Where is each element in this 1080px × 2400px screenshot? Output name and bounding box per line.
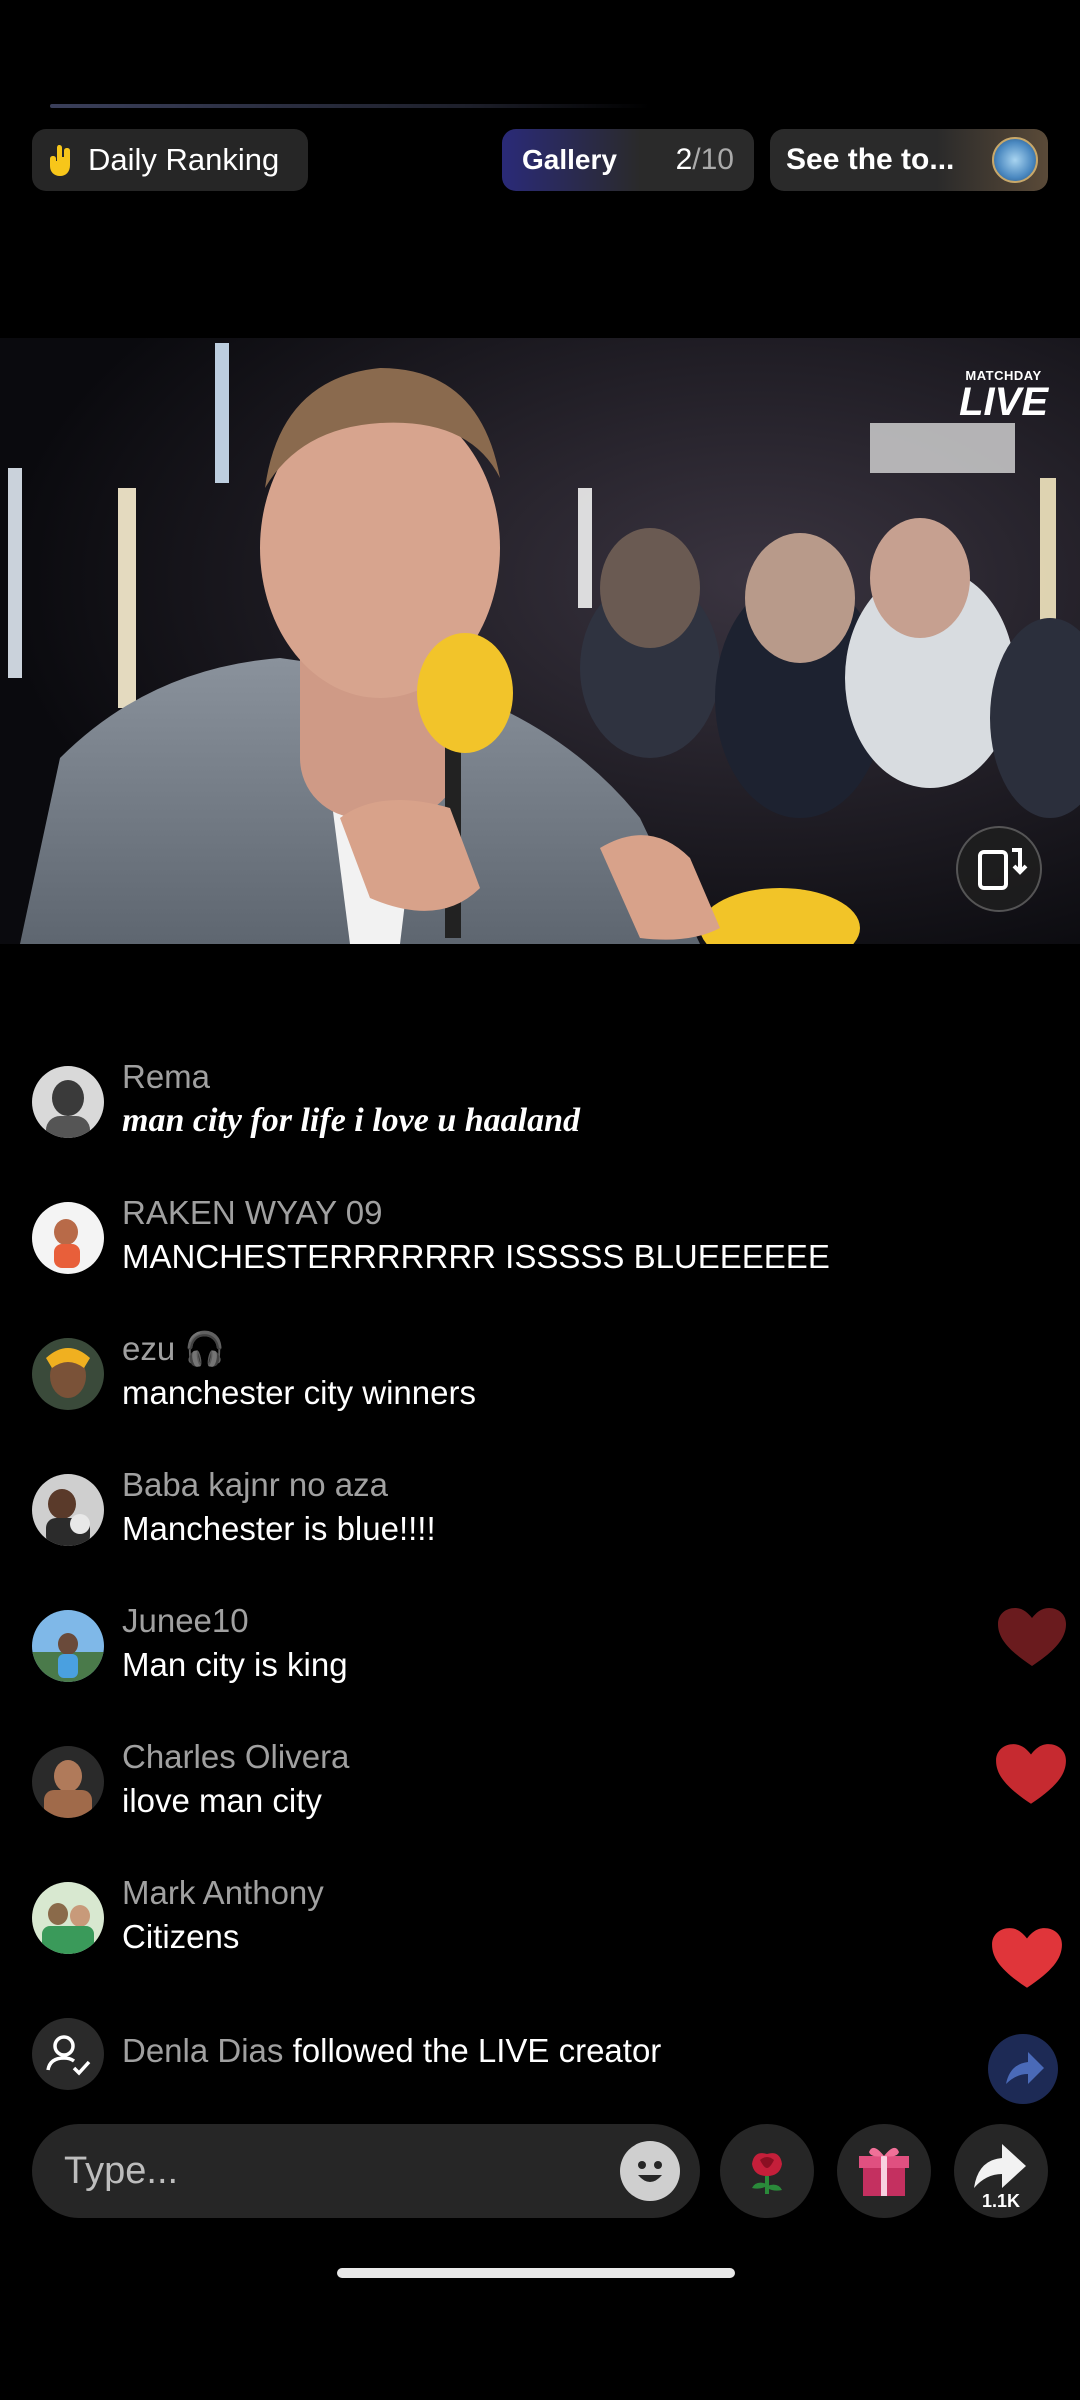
comment-message: Citizens (122, 1918, 240, 1955)
follow-event-item: Denla Dias followed the LIVE creator (32, 2002, 1032, 2112)
avatar[interactable] (32, 1746, 104, 1818)
share-count: 1.1K (981, 2191, 1021, 2211)
share-button[interactable]: 1.1K (954, 2124, 1048, 2218)
smiley-icon (638, 2161, 662, 2182)
team-badge-icon (992, 137, 1038, 183)
gallery-total: /10 (692, 143, 734, 176)
comment-input[interactable]: Type... (32, 2124, 700, 2218)
rotate-screen-button[interactable] (956, 826, 1042, 912)
gift-icon (859, 2147, 909, 2196)
comment-message: MANCHESTERRRRRRR ISSSSS BLUEEEEEE (122, 1238, 830, 1275)
gallery-button[interactable]: Gallery 2/10 (502, 129, 754, 191)
home-indicator[interactable] (337, 2268, 735, 2278)
avatar-image (32, 1746, 104, 1818)
comment-input-placeholder: Type... (64, 2150, 179, 2192)
heart-icon (998, 1608, 1066, 1666)
comment-username[interactable]: ezu 🎧 (122, 1330, 225, 1369)
avatar[interactable] (32, 1202, 104, 1274)
avatar[interactable] (32, 1882, 104, 1954)
gallery-counter: 2/10 (676, 143, 734, 177)
comment-item[interactable]: Baba kajnr no aza Manchester is blue!!!! (32, 1458, 1032, 1568)
follow-message: followed the LIVE creator (283, 2032, 662, 2069)
avatar[interactable] (32, 1066, 104, 1138)
gallery-current: 2 (675, 143, 693, 176)
comment-message: man city for life i love u haaland (122, 1102, 581, 1139)
comment-username[interactable]: Junee10 (122, 1602, 249, 1640)
see-top-label: See the to... (786, 143, 955, 176)
avatar[interactable] (32, 1338, 104, 1410)
avatar-image (32, 1202, 104, 1274)
comment-message: ilove man city (122, 1782, 322, 1819)
avatar-image (32, 1474, 104, 1546)
avatar-image (32, 1882, 104, 1954)
comment-item[interactable]: Charles Olivera ilove man city (32, 1730, 1032, 1840)
matchday-live-watermark: MATCHDAY LIVE (959, 368, 1048, 424)
comment-message: Man city is king (122, 1646, 348, 1683)
avatar-image (32, 1338, 104, 1410)
avatar-image (32, 1610, 104, 1682)
gallery-label: Gallery (522, 144, 617, 175)
comment-item[interactable]: Mark Anthony Citizens (32, 1866, 1032, 1976)
comment-item[interactable]: Junee10 Man city is king (32, 1594, 1032, 1704)
heart-icon (996, 1744, 1066, 1804)
gift-button[interactable] (837, 2124, 931, 2218)
emoji-button[interactable] (620, 2141, 680, 2201)
comment-username[interactable]: RAKEN WYAY 09 (122, 1194, 382, 1232)
daily-ranking-button[interactable]: Daily Ranking (32, 129, 308, 191)
floating-share-button[interactable] (988, 2034, 1058, 2104)
see-top-button[interactable]: See the to... (770, 129, 1048, 191)
comment-username[interactable]: Baba kajnr no aza (122, 1466, 388, 1504)
hand-icon (50, 145, 70, 176)
share-arrow-icon (1006, 2052, 1044, 2084)
avatar[interactable] (32, 1474, 104, 1546)
top-progress-line (50, 104, 650, 108)
rotate-icon (978, 848, 1028, 890)
video-scene (0, 338, 1080, 944)
comment-message: Manchester is blue!!!! (122, 1510, 436, 1547)
comment-message: manchester city winners (122, 1374, 476, 1411)
comment-username[interactable]: Charles Olivera (122, 1738, 349, 1776)
daily-ranking-label: Daily Ranking (88, 142, 280, 177)
rose-gift-button[interactable] (720, 2124, 814, 2218)
follow-user-icon (32, 2018, 104, 2090)
avatar[interactable] (32, 1610, 104, 1682)
live-video[interactable]: MATCHDAY LIVE (0, 338, 1080, 944)
comment-username[interactable]: Rema (122, 1058, 210, 1096)
comment-username[interactable]: Mark Anthony (122, 1874, 324, 1912)
avatar-image (32, 1066, 104, 1138)
heart-icon (992, 1928, 1062, 1988)
rose-icon (752, 2153, 782, 2194)
comment-item[interactable]: RAKEN WYAY 09 MANCHESTERRRRRRR ISSSSS BL… (32, 1186, 1032, 1296)
comment-item[interactable]: ezu 🎧 manchester city winners (32, 1322, 1032, 1432)
watermark-big: LIVE (959, 380, 1048, 424)
follow-event-text: Denla Dias followed the LIVE creator (122, 2032, 661, 2070)
follow-username[interactable]: Denla Dias (122, 2032, 283, 2069)
comment-item[interactable]: Rema man city for life i love u haaland (32, 1050, 1032, 1160)
